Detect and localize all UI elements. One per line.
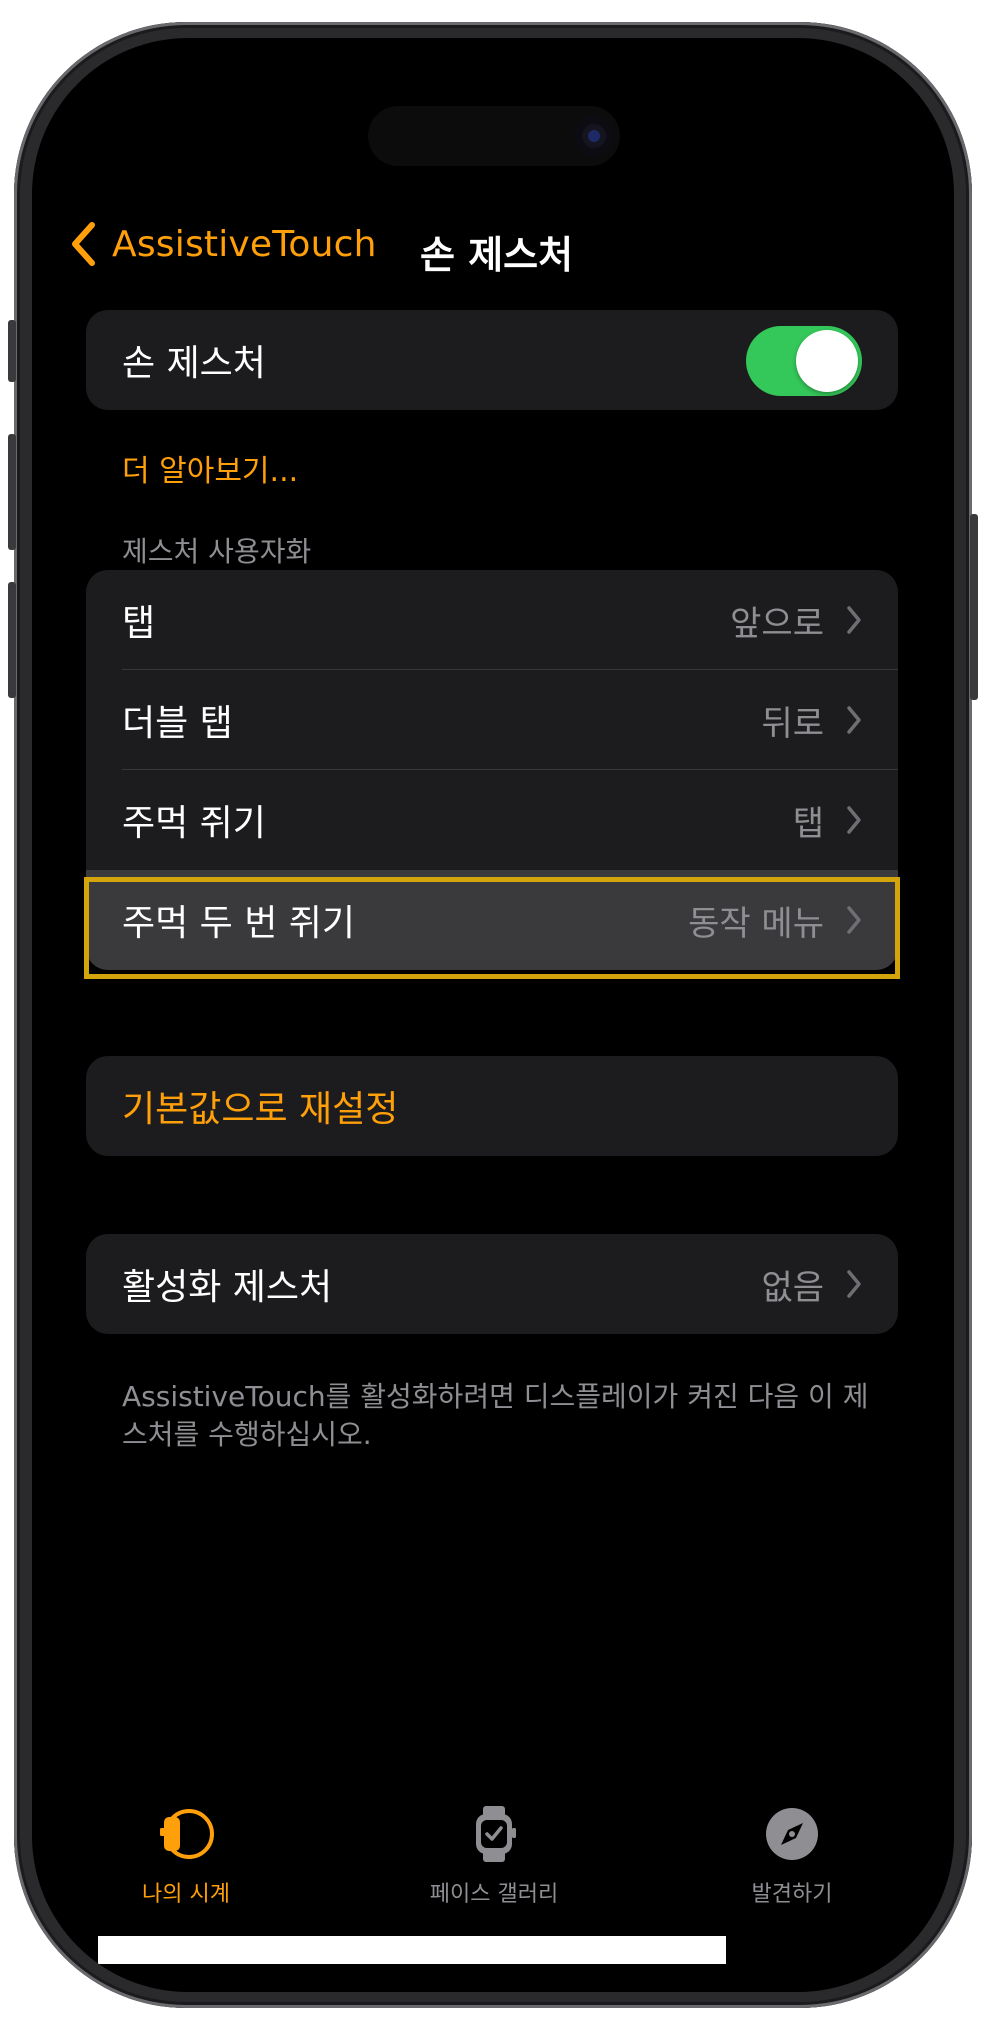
volume-down-button — [8, 582, 16, 698]
back-button[interactable]: AssistiveTouch — [68, 214, 377, 274]
gesture-row-value: 앞으로 — [730, 603, 824, 644]
activation-gesture-value: 없음 — [761, 1267, 824, 1308]
gesture-row-value: 탭 — [792, 803, 824, 844]
tab-bar: 나의 시계 페이스 갤러리 발견하기 — [32, 1804, 954, 1924]
chevron-right-icon — [847, 606, 861, 634]
screen: AssistiveTouch 손 제스처 손 제스처 더 알아보기... 제스처… — [32, 38, 954, 1992]
chevron-right-icon — [847, 906, 861, 934]
chevron-right-icon — [847, 806, 861, 834]
gesture-row-clench[interactable]: 주먹 쥐기 탭 — [86, 770, 898, 870]
action-button — [8, 320, 16, 382]
gesture-row-title: 더블 탭 — [122, 703, 233, 744]
hand-gestures-toggle[interactable] — [746, 326, 862, 396]
toggle-knob — [796, 330, 858, 392]
chevron-left-icon — [72, 222, 95, 266]
reset-group: 기본값으로 재설정 — [86, 1056, 898, 1156]
customize-section-header: 제스처 사용자화 — [122, 535, 312, 568]
activation-gesture-row[interactable]: 활성화 제스처 없음 — [86, 1234, 898, 1334]
tab-discover[interactable]: 발견하기 — [662, 1804, 922, 1908]
camera-icon — [574, 116, 614, 156]
hand-gestures-row: 손 제스처 — [86, 310, 898, 410]
hand-gestures-group: 손 제스처 — [86, 310, 898, 410]
customize-gestures-group: 탭 앞으로 더블 탭 뒤로 주먹 쥐기 탭 주먹 두 번 쥐기 동작 메뉴 — [86, 570, 898, 970]
chevron-right-icon — [847, 706, 861, 734]
reset-button-label: 기본값으로 재설정 — [122, 1089, 399, 1130]
volume-up-button — [8, 434, 16, 550]
home-indicator — [98, 1936, 726, 1964]
reset-button[interactable]: 기본값으로 재설정 — [86, 1056, 898, 1156]
activation-gesture-title: 활성화 제스처 — [122, 1267, 333, 1308]
gesture-row-double-clench[interactable]: 주먹 두 번 쥐기 동작 메뉴 — [86, 870, 898, 970]
tab-face-gallery[interactable]: 페이스 갤러리 — [364, 1804, 624, 1908]
back-button-label: AssistiveTouch — [112, 223, 377, 265]
gesture-row-double-tap[interactable]: 더블 탭 뒤로 — [86, 670, 898, 770]
activation-footnote: AssistiveTouch를 활성화하려면 디스플레이가 켜진 다음 이 제스… — [122, 1380, 869, 1451]
learn-more-link[interactable]: 더 알아보기... — [122, 446, 298, 490]
gesture-row-title: 주먹 두 번 쥐기 — [122, 903, 356, 944]
gesture-row-value: 동작 메뉴 — [688, 903, 824, 944]
watch-side-icon — [160, 1809, 214, 1859]
tab-label: 발견하기 — [751, 1882, 833, 1907]
watch-face-icon — [476, 1806, 516, 1862]
gesture-row-tap[interactable]: 탭 앞으로 — [86, 570, 898, 670]
tab-my-watch[interactable]: 나의 시계 — [56, 1804, 316, 1908]
activation-group: 활성화 제스처 없음 — [86, 1234, 898, 1334]
gesture-row-value: 뒤로 — [761, 703, 824, 744]
page-title: 손 제스처 — [420, 233, 574, 277]
gesture-row-title: 탭 — [122, 603, 156, 644]
compass-icon — [766, 1808, 818, 1860]
chevron-right-icon — [847, 1270, 861, 1298]
tab-label: 페이스 갤러리 — [429, 1882, 559, 1907]
gesture-row-title: 주먹 쥐기 — [122, 803, 266, 844]
tab-label: 나의 시계 — [142, 1882, 230, 1907]
power-button — [970, 514, 978, 700]
navigation-bar: AssistiveTouch 손 제스처 — [32, 198, 954, 298]
